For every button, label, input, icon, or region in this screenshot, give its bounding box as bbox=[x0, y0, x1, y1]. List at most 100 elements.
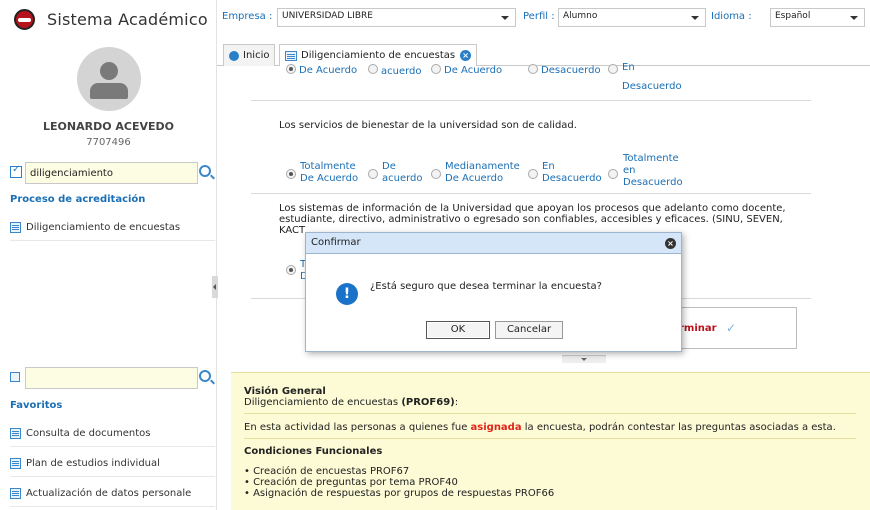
finish-survey-button[interactable]: rminar ✓ bbox=[678, 307, 797, 349]
info-desc-suffix: la encuesta, podrán contestar las pregun… bbox=[521, 422, 836, 433]
info-panel: Visión General Diligenciamiento de encue… bbox=[231, 372, 870, 510]
condition-item: • Asignación de respuestas por grupos de… bbox=[244, 488, 555, 499]
question-text: Los servicios de bienestar de la univers… bbox=[279, 120, 577, 131]
option-label: De Acuerdo bbox=[300, 173, 359, 184]
favorite-item-plan[interactable]: Plan de estudios individual bbox=[10, 451, 215, 477]
condition-item: • Creación de preguntas por tema PROF40 bbox=[244, 477, 458, 488]
radio-option[interactable] bbox=[431, 169, 441, 179]
idioma-select[interactable]: Español bbox=[770, 8, 865, 27]
finish-label: rminar bbox=[679, 323, 717, 334]
radio-option[interactable] bbox=[528, 169, 538, 179]
option-label: acuerdo bbox=[382, 173, 423, 184]
panel-resize-handle[interactable] bbox=[562, 355, 606, 363]
radio-option[interactable] bbox=[286, 169, 296, 179]
option-label: De Acuerdo bbox=[299, 65, 358, 76]
tab-bar: Inicio Diligenciamiento de encuestas × bbox=[217, 42, 870, 66]
sidebar-item-diligenciamiento[interactable]: Diligenciamiento de encuestas bbox=[10, 215, 215, 241]
document-icon bbox=[10, 458, 21, 469]
radio-option[interactable] bbox=[608, 169, 618, 179]
perfil-select[interactable]: Alumno bbox=[558, 8, 706, 27]
info-sub-code: (PROF69) bbox=[401, 397, 455, 408]
favorite-item-actualizacion[interactable]: Actualización de datos personale bbox=[10, 481, 215, 507]
cancel-button[interactable]: Cancelar bbox=[495, 321, 563, 339]
perfil-value: Alumno bbox=[563, 11, 598, 21]
menu-toggle-icon[interactable] bbox=[10, 372, 20, 382]
info-desc-highlight: asignada bbox=[470, 422, 522, 433]
user-name: LEONARDO ACEVEDO bbox=[43, 120, 174, 133]
option-label: Desacuerdo bbox=[622, 81, 682, 92]
option-label: En bbox=[542, 161, 555, 172]
favorites-search bbox=[10, 367, 215, 389]
question-text-line: Los sistemas de información de la Univer… bbox=[279, 203, 786, 214]
info-subtitle: Diligenciamiento de encuestas (PROF69): bbox=[244, 397, 458, 408]
option-label: De Acuerdo bbox=[444, 65, 503, 76]
tab-label: Diligenciamiento de encuestas bbox=[301, 50, 456, 61]
question-text-line: estudiante, directivo, administrativo o … bbox=[279, 214, 783, 225]
menu-search bbox=[10, 162, 215, 184]
option-label: acuerdo bbox=[381, 66, 422, 77]
radio-option[interactable] bbox=[431, 64, 441, 74]
option-label: Medianamente bbox=[445, 161, 520, 172]
check-icon: ✓ bbox=[726, 321, 737, 335]
favorites-heading: Favoritos bbox=[10, 400, 63, 411]
sidebar-collapse-handle[interactable] bbox=[212, 276, 218, 298]
tab-label: Inicio bbox=[243, 50, 270, 61]
checkbox-icon[interactable] bbox=[10, 164, 22, 178]
info-description: En esta actividad las personas a quienes… bbox=[244, 422, 836, 433]
search-icon[interactable] bbox=[199, 370, 211, 382]
list-icon bbox=[10, 488, 21, 499]
condition-item: • Creación de encuestas PROF67 bbox=[244, 466, 410, 477]
info-sub-prefix: Diligenciamiento de encuestas bbox=[244, 397, 402, 408]
option-label: De bbox=[382, 161, 396, 172]
info-desc-prefix: En esta actividad las personas a quienes… bbox=[244, 422, 471, 433]
empresa-select[interactable]: UNIVERSIDAD LIBRE bbox=[277, 8, 516, 27]
menu-search-input[interactable] bbox=[25, 162, 198, 184]
idioma-label: Idioma : bbox=[711, 11, 752, 22]
top-bar: Empresa : UNIVERSIDAD LIBRE Perfil : Alu… bbox=[217, 0, 870, 40]
section-heading-acreditacion[interactable]: Proceso de acreditación bbox=[10, 194, 145, 205]
option-label: De Acuerdo bbox=[445, 173, 504, 184]
favorite-item-consulta[interactable]: Consulta de documentos bbox=[10, 421, 215, 447]
radio-option[interactable] bbox=[608, 64, 618, 74]
option-label: Totalmente bbox=[300, 161, 356, 172]
university-logo-icon bbox=[14, 9, 35, 30]
idioma-value: Español bbox=[775, 11, 811, 21]
conditions-heading: Condiciones Funcionales bbox=[244, 446, 383, 457]
option-label: En bbox=[622, 62, 635, 73]
avatar-body-icon bbox=[90, 83, 128, 99]
radio-option[interactable] bbox=[368, 64, 378, 74]
chevron-down-icon bbox=[501, 16, 509, 20]
confirm-dialog: Confirmar × ! ¿Está seguro que desea ter… bbox=[305, 232, 682, 352]
search-icon[interactable] bbox=[199, 165, 211, 177]
favorites-search-input[interactable] bbox=[25, 367, 198, 389]
divider bbox=[251, 193, 811, 194]
avatar bbox=[77, 47, 141, 111]
radio-option[interactable] bbox=[528, 64, 538, 74]
close-icon[interactable]: × bbox=[460, 50, 472, 61]
chevron-down-icon bbox=[850, 16, 858, 20]
empresa-label: Empresa : bbox=[222, 11, 273, 22]
info-heading: Visión General bbox=[244, 386, 326, 397]
tab-diligenciamiento[interactable]: Diligenciamiento de encuestas × bbox=[279, 44, 478, 66]
list-icon bbox=[285, 50, 297, 61]
dialog-title: Confirmar bbox=[311, 237, 361, 248]
divider bbox=[251, 100, 811, 101]
app-title: Sistema Académico bbox=[47, 10, 208, 29]
divider bbox=[244, 413, 856, 414]
table-icon bbox=[10, 428, 21, 439]
ok-button[interactable]: OK bbox=[426, 321, 490, 339]
list-icon bbox=[10, 222, 21, 233]
close-icon[interactable]: × bbox=[665, 238, 676, 249]
sidebar-item-label: Diligenciamiento de encuestas bbox=[26, 222, 181, 233]
tab-inicio[interactable]: Inicio bbox=[223, 44, 276, 66]
favorite-item-label: Actualización de datos personale bbox=[26, 488, 192, 499]
avatar-head-icon bbox=[100, 62, 118, 80]
option-label: en bbox=[623, 165, 636, 176]
radio-option[interactable] bbox=[286, 265, 296, 275]
sidebar: Sistema Académico LEONARDO ACEVEDO 77074… bbox=[0, 0, 217, 510]
option-label: Desacuerdo bbox=[541, 65, 601, 76]
radio-option[interactable] bbox=[286, 64, 296, 74]
radio-option[interactable] bbox=[368, 169, 378, 179]
divider bbox=[244, 438, 856, 439]
favorite-item-label: Consulta de documentos bbox=[26, 428, 151, 439]
